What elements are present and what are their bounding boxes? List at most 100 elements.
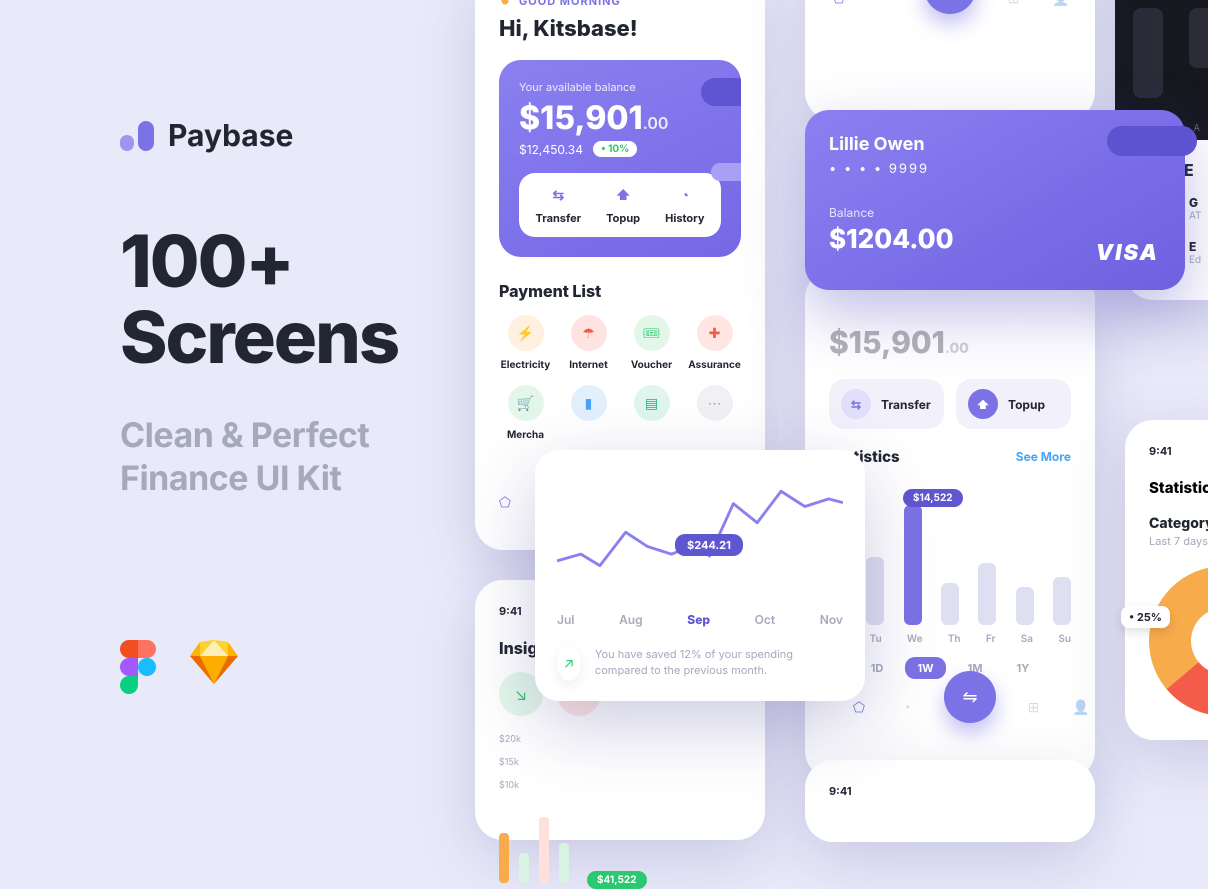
home-icon[interactable]: ⬠ [829,0,849,10]
mini-value-tag: $41,522 [587,871,647,889]
day-label: Tu [870,633,882,645]
range-tab[interactable]: 1W [905,657,945,679]
greeting-tag: GOOD MORNING [499,0,741,8]
ghost-balance: $15,901.00 [829,325,1071,361]
payment-item[interactable]: 🛒Mercha [499,385,552,441]
transfer-pill[interactable]: ⇆Transfer [829,379,944,429]
card-number: • • • • 9999 [829,161,1161,177]
payment-item[interactable]: ✚Assurance [688,315,741,371]
category-icon: ✚ [697,315,733,351]
category-sub: Last 7 days e [1149,534,1208,548]
payment-item[interactable]: ⋯ [688,385,741,441]
upload-icon: ⬆ [968,389,998,419]
day-label: Fr [986,633,996,645]
status-clock: 9:41 [1149,444,1208,458]
clock-icon: ◔ [675,185,695,205]
phone-blank: 9:41 [805,760,1095,842]
day-label: Su [1058,633,1071,645]
day-label: Th [948,633,961,645]
greeting-name: Hi, Kitsbase! [499,16,741,42]
ytick: $15k [499,757,741,768]
day-label: Sa [1021,633,1033,645]
topup-button[interactable]: ⬆Topup [606,185,640,225]
trend-up-icon: ↗ [557,645,581,681]
fab-button[interactable]: ⇋ [924,0,976,14]
category-icon: 🎟 [634,315,670,351]
phone-category: 9:41 Statistic Category Last 7 days e 25… [1125,420,1208,740]
chart-icon[interactable]: ◔ [877,0,897,10]
donut-pct: 25% [1121,606,1170,628]
status-clock: 9:41 [829,784,1071,798]
phone-nav-strip: ⬠ ◔ ⇋ ⊞ 👤 [805,0,1095,120]
payment-item[interactable]: ☂ Internet [562,315,615,371]
category-icon: ⚡ [508,315,544,351]
month-label: Jul [557,612,574,627]
payment-list-title: Payment List [499,281,741,301]
category-title: Category [1149,515,1208,532]
sketch-icon [190,640,238,694]
payment-item[interactable]: ▤ [625,385,678,441]
brand-logo: Paybase [120,118,440,154]
payment-item[interactable]: 🎟 Voucher [625,315,678,371]
ytick: $20k [499,734,741,745]
card-holder: Lillie Owen [829,134,1161,155]
promo-panel: Paybase 100+ Screens Clean & Perfect Fin… [120,118,440,500]
payment-item[interactable]: ▮ [562,385,615,441]
month-label: Oct [755,612,775,627]
category-icon: 🛒 [508,385,544,421]
line-value-tag: $244.21 [675,534,743,556]
payment-label: Internet [569,359,608,371]
payment-item[interactable]: ⚡ Electricity [499,315,552,371]
stats-title: Statistic [1149,478,1208,497]
pct-badge: 10% [593,141,637,157]
payment-label: Voucher [631,359,672,371]
category-icon: ☂ [571,315,607,351]
range-tabs: 1D1W1M1Y [829,657,1071,679]
bottom-nav: ⬠ ◔ ⇋ ⊞ 👤 [849,683,1091,735]
sun-icon [499,0,511,7]
credit-card[interactable]: Lillie Owen • • • • 9999 Balance $1204.0… [805,110,1185,290]
balance-value: $15,901.00 [519,98,721,137]
month-axis: Jul Aug Sep Oct Nov [557,612,843,627]
profile-icon[interactable]: 👤 [1051,0,1071,10]
insight-tip: ↗ You have saved 12% of your spending co… [557,645,843,681]
home-icon[interactable]: ⬠ [495,494,515,514]
ytick: $10k [499,780,741,791]
transfer-button[interactable]: ⇆Transfer [536,185,582,225]
bar-value-tag: $14,522 [903,489,963,507]
apps-icon[interactable]: ⊞ [1004,0,1024,10]
category-icon: ▮ [571,385,607,421]
swap-icon: ⇆ [548,185,568,205]
balance-label: Your available balance [519,80,721,94]
visa-logo-icon: VISA [1096,240,1159,266]
month-label: Aug [619,612,643,627]
profile-icon[interactable]: 👤 [1071,699,1091,719]
history-button[interactable]: ◔History [665,185,704,225]
tool-icons [120,640,238,694]
fab-button[interactable]: ⇋ [944,671,996,723]
see-more-link[interactable]: See More [1016,449,1071,464]
category-icon: ▤ [634,385,670,421]
logo-mark-icon [120,121,154,151]
apps-icon[interactable]: ⊞ [1024,699,1044,719]
figma-icon [120,640,156,694]
card-balance-label: Balance [829,205,1161,220]
upload-icon: ⬆ [613,185,633,205]
week-bars: $14,522 [829,495,1071,625]
month-label: Sep [687,612,710,627]
headline: 100+ Screens [120,224,440,375]
donut-chart: 25% Transpor [1149,566,1208,716]
category-icon: ⋯ [697,385,733,421]
balance-card[interactable]: Your available balance $15,901.00 $12,45… [499,60,741,257]
month-label: Nov [820,612,843,627]
payment-label: Electricity [501,359,551,371]
swap-icon: ⇆ [841,389,871,419]
range-tab[interactable]: 1Y [1005,657,1042,679]
day-label: We [907,633,923,645]
line-chart-card: $244.21 Jul Aug Sep Oct Nov ↗ You have saved… [535,450,865,701]
topup-pill[interactable]: ⬆Topup [956,379,1071,429]
home-icon[interactable]: ⬠ [849,699,869,719]
chart-icon[interactable]: ◔ [897,699,917,719]
payment-grid: ⚡ Electricity ☂ Internet 🎟 Voucher ✚Assurance 🛒… [499,315,741,441]
balance-sub: $12,450.3410% [519,141,721,157]
